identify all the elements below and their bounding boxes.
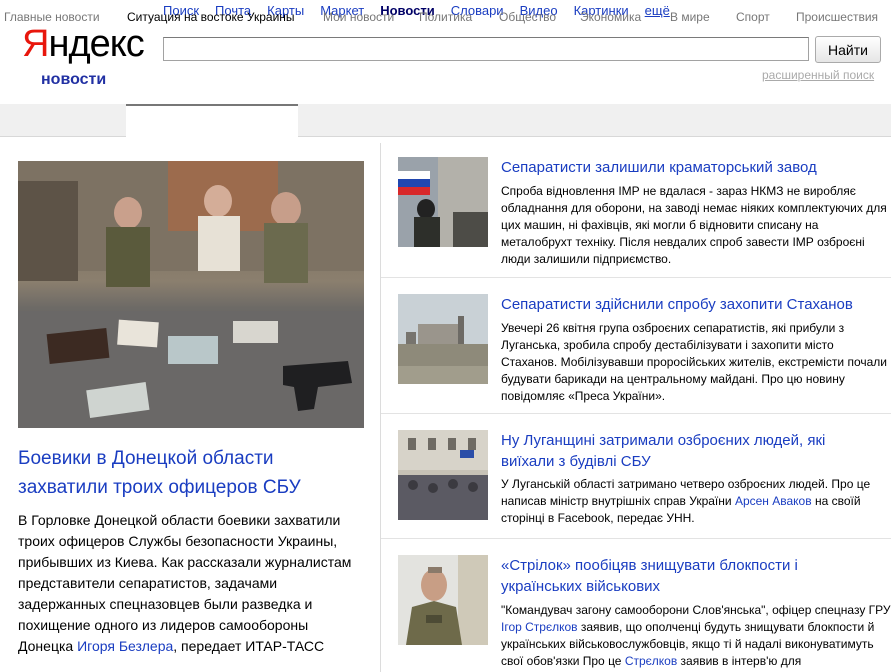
news-item-title[interactable]: «Стрілок» пообіцяв знищувати блокпости і… <box>501 555 861 597</box>
yandex-logo[interactable]: Яндекс <box>22 24 145 64</box>
person-link[interactable]: Стрєлков <box>625 654 677 668</box>
news-separator <box>381 538 891 539</box>
tab-main-news[interactable]: Главные новости <box>4 10 100 24</box>
active-tab-indicator <box>126 104 298 137</box>
service-more[interactable]: ещё <box>645 3 670 18</box>
news-item-text: Спроба відновлення ІМР не вдалася - зара… <box>501 184 887 266</box>
person-link[interactable]: Игоря Безлера <box>77 638 173 654</box>
news-item: Сепаратисти здійснили спробу захопити Ст… <box>398 294 891 404</box>
news-item-text: У Луганській області затримано четверо о… <box>501 477 871 525</box>
advanced-search-link[interactable]: расширенный поиск <box>762 68 874 82</box>
tab-east-ukraine[interactable]: Ситуация на востоке Украины <box>127 10 295 24</box>
tab-economy[interactable]: Экономика <box>580 10 641 24</box>
main-story-photo[interactable] <box>18 161 364 428</box>
news-item-text: Увечері 26 квітня група озброєних сепара… <box>501 321 887 403</box>
tab-world[interactable]: В мире <box>670 10 710 24</box>
news-thumbnail[interactable] <box>398 294 488 384</box>
person-link[interactable]: Ігор Стрєлков <box>501 620 578 634</box>
news-item: «Стрілок» пообіцяв знищувати блокпости і… <box>398 555 891 672</box>
news-item-title[interactable]: Сепаратисти здійснили спробу захопити Ст… <box>501 294 861 315</box>
tab-sport[interactable]: Спорт <box>736 10 770 24</box>
tab-society[interactable]: Общество <box>499 10 556 24</box>
news-item: Сепаратисти залишили краматорський завод… <box>398 157 891 267</box>
search-input[interactable] <box>163 37 809 61</box>
news-thumbnail[interactable] <box>398 430 488 520</box>
news-item-title[interactable]: Сепаратисти залишили краматорський завод <box>501 157 861 178</box>
tab-politics[interactable]: Политика <box>419 10 472 24</box>
news-logo-subtitle[interactable]: новости <box>41 71 106 89</box>
person-link[interactable]: Арсен Аваков <box>735 494 812 508</box>
tab-my-news[interactable]: Мои новости <box>323 10 394 24</box>
news-item-title[interactable]: Ну Луганщині затримали озброєних людей, … <box>501 430 861 472</box>
news-thumbnail[interactable] <box>398 157 488 247</box>
news-item: Ну Луганщині затримали озброєних людей, … <box>398 430 891 530</box>
news-separator <box>381 413 891 414</box>
news-separator <box>381 277 891 278</box>
news-thumbnail[interactable] <box>398 555 488 645</box>
search-button[interactable]: Найти <box>815 36 881 63</box>
tab-incidents[interactable]: Происшествия <box>796 10 878 24</box>
main-story-title[interactable]: Боевики в Донецкой области захватили тро… <box>18 444 348 502</box>
news-item-text: "Командувач загону самооборони Слов'янсь… <box>501 603 891 668</box>
main-story-text: В Горловке Донецкой области боевики захв… <box>18 512 352 654</box>
column-divider <box>380 143 381 672</box>
